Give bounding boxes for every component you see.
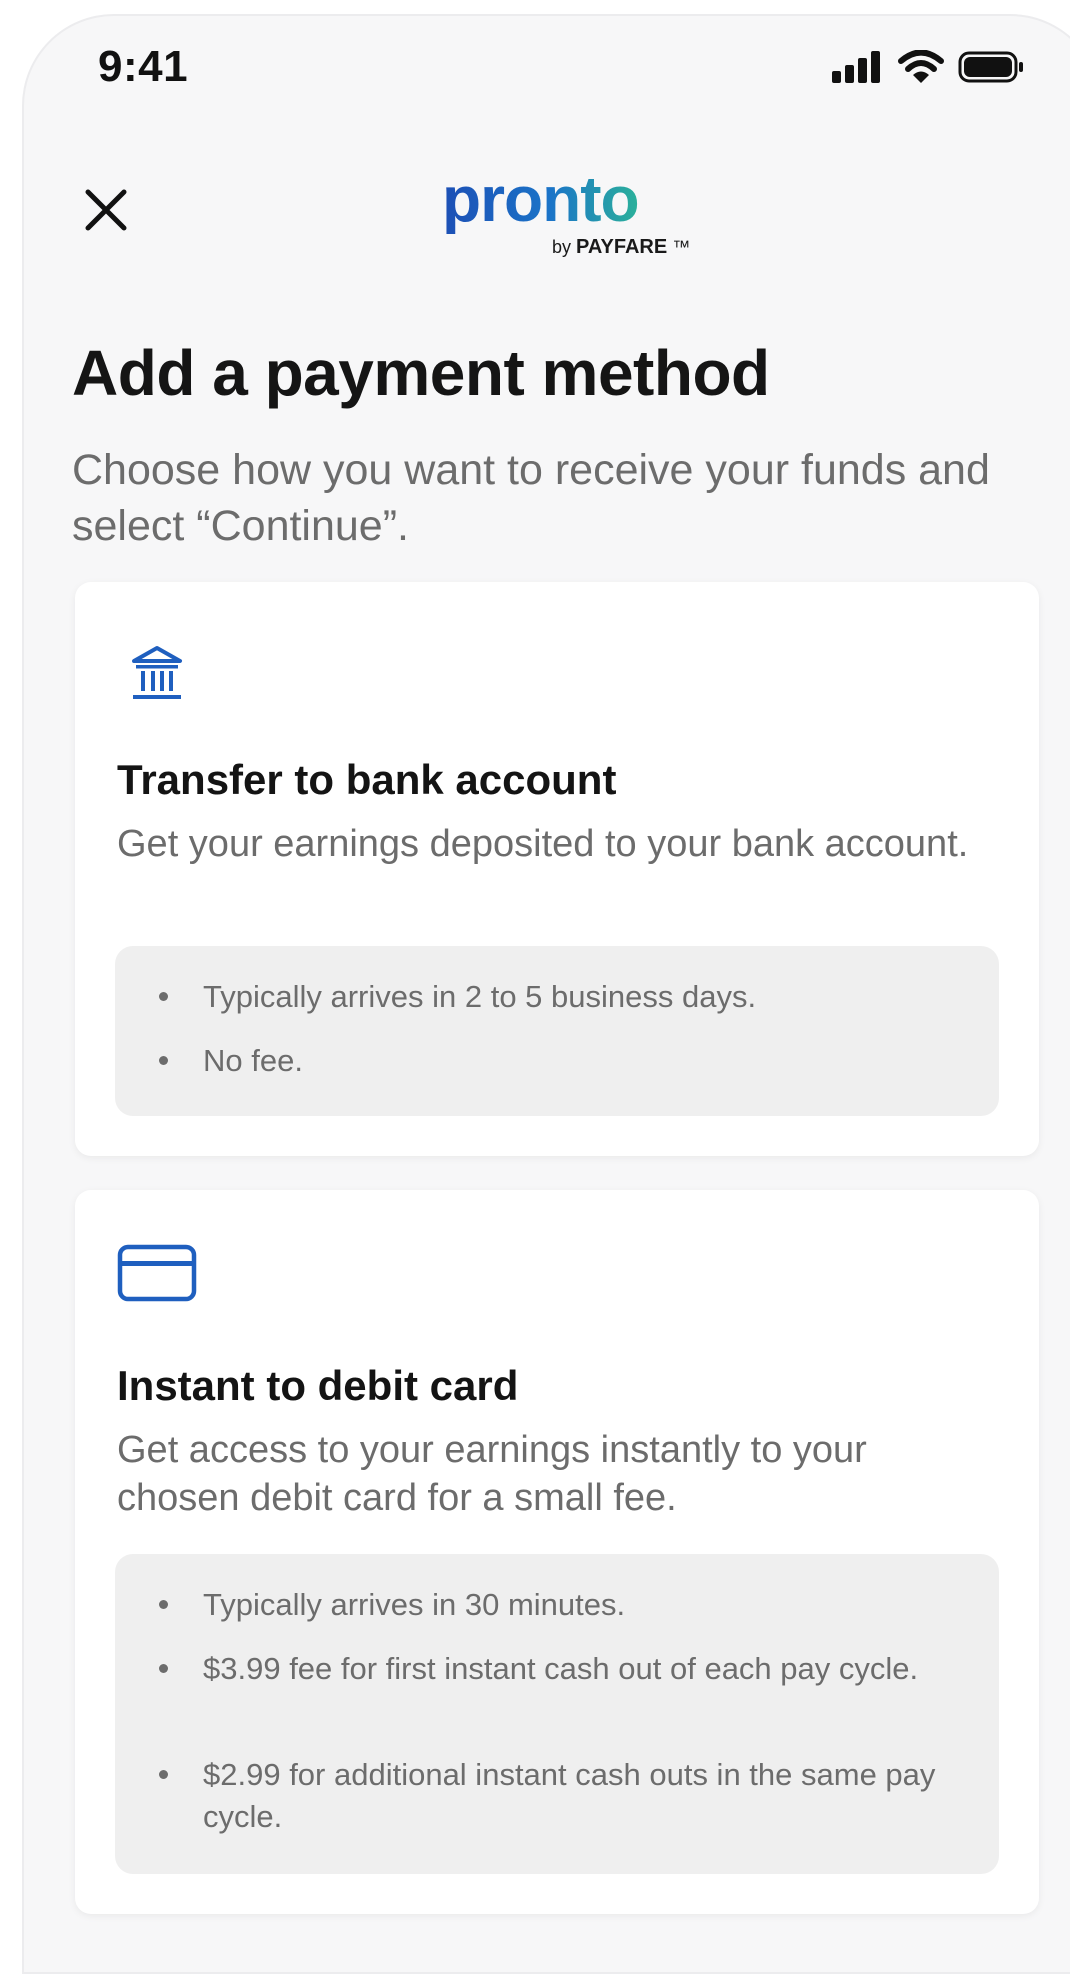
bullet-dot <box>159 992 168 1001</box>
list-item: No fee. <box>159 1040 1003 1082</box>
credit-card-icon <box>117 1244 197 1304</box>
debit-option-title: Instant to debit card <box>117 1362 519 1409</box>
debit-option-details: Typically arrives in 30 minutes. $3.99 f… <box>115 1554 999 1874</box>
bank-transfer-option[interactable]: Transfer to bank account Get your earnin… <box>75 582 1039 1156</box>
close-button[interactable] <box>78 182 134 238</box>
status-time: 9:41 <box>98 42 189 91</box>
bank-option-description: Get your earnings deposited to your bank… <box>117 823 969 865</box>
debit-option-description: Get access to your earnings instantly to… <box>117 1429 867 1519</box>
bank-option-title: Transfer to bank account <box>117 756 617 803</box>
wifi-icon <box>898 49 944 89</box>
logo-company: PAYFARE <box>576 236 668 258</box>
phone-frame: 9:41 pronto by PAYFARE ™ Add a payment m… <box>22 14 1070 1974</box>
debit-card-option[interactable]: Instant to debit card Get access to your… <box>75 1190 1039 1914</box>
status-bar: 9:41 <box>22 14 1070 124</box>
bank-icon <box>127 644 187 704</box>
signal-icon <box>832 51 884 88</box>
close-icon <box>85 189 127 231</box>
list-item: $3.99 fee for first instant cash out of … <box>159 1648 1003 1690</box>
list-item: $2.99 for additional instant cash outs i… <box>159 1754 1003 1838</box>
bullet-dot <box>159 1664 168 1673</box>
logo-by: by <box>552 237 572 257</box>
bullet-dot <box>159 1770 168 1779</box>
list-item: Typically arrives in 30 minutes. <box>159 1584 1003 1626</box>
bullet-dot <box>159 1600 168 1609</box>
bullet-dot <box>159 1056 168 1065</box>
status-icons <box>832 49 1024 89</box>
logo-trademark: ™ <box>672 237 691 257</box>
logo-wordmark: pronto <box>442 163 640 235</box>
page-title: Add a payment method <box>72 337 770 409</box>
battery-icon <box>958 51 1024 88</box>
page-subtitle: Choose how you want to receive your fund… <box>72 446 990 550</box>
pronto-logo: pronto by PAYFARE ™ <box>442 164 702 264</box>
list-item: Typically arrives in 2 to 5 business day… <box>159 976 1003 1018</box>
bank-option-details: Typically arrives in 2 to 5 business day… <box>115 946 999 1116</box>
logo-byline: by PAYFARE ™ <box>552 236 690 259</box>
